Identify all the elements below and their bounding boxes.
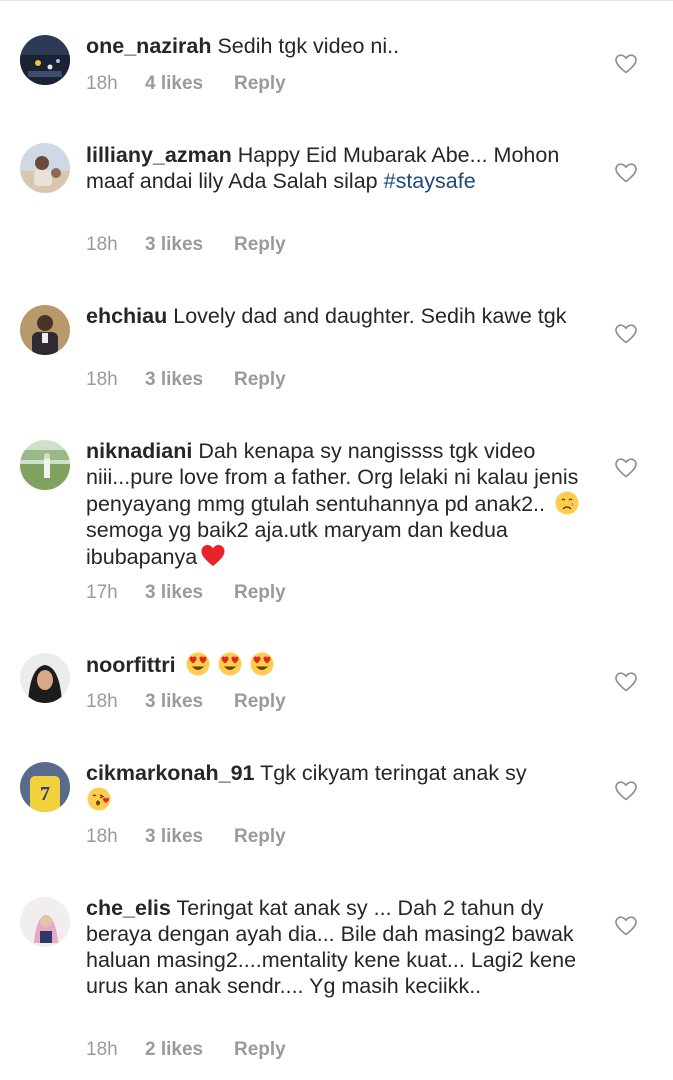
heart-outline-icon[interactable] (614, 670, 638, 694)
comment-text: noorfittri (86, 651, 591, 678)
reply-button[interactable]: Reply (234, 825, 286, 849)
heart-eyes-emoji (249, 651, 275, 677)
heart-outline-icon[interactable] (614, 161, 638, 185)
hashtag-link[interactable]: #staysafe (384, 169, 476, 193)
heart-outline-icon[interactable] (614, 456, 638, 480)
username[interactable]: che_elis (86, 896, 171, 920)
username[interactable]: cikmarkonah_91 (86, 761, 255, 785)
reply-button[interactable]: Reply (234, 690, 286, 714)
timestamp: 18h (86, 73, 118, 94)
reply-button[interactable]: Reply (234, 368, 286, 392)
comment-text: lilliany_azman Happy Eid Mubarak Abe... … (86, 142, 591, 194)
avatar[interactable]: 7 (20, 762, 70, 812)
username[interactable]: lilliany_azman (86, 143, 232, 167)
likes-count[interactable]: 3 likes (145, 233, 203, 257)
red-heart-emoji (200, 543, 226, 569)
username[interactable]: noorfittri (86, 653, 176, 677)
comment-body: Lovely dad and daughter. Sedih kawe tgk (173, 304, 567, 328)
heart-outline-icon[interactable] (614, 779, 638, 803)
heart-outline-icon[interactable] (614, 322, 638, 346)
reply-button[interactable]: Reply (234, 581, 286, 605)
likes-count[interactable]: 4 likes (145, 72, 203, 96)
username[interactable]: niknadiani (86, 439, 192, 463)
avatar[interactable] (20, 653, 70, 703)
likes-count[interactable]: 3 likes (145, 825, 203, 849)
timestamp: 18h (86, 1039, 118, 1060)
avatar[interactable] (20, 35, 70, 85)
comment-text: niknadiani Dah kenapa sy nangissss tgk v… (86, 438, 591, 570)
username[interactable]: one_nazirah (86, 34, 211, 58)
comment-body: Tgk cikyam teringat anak sy (260, 761, 527, 785)
username[interactable]: ehchiau (86, 304, 167, 328)
timestamp: 18h (86, 691, 118, 712)
comment-text: cikmarkonah_91 Tgk cikyam teringat anak … (86, 760, 591, 813)
reply-button[interactable]: Reply (234, 72, 286, 96)
svg-text:7: 7 (40, 783, 50, 805)
heart-outline-icon[interactable] (614, 52, 638, 76)
crying-face-emoji (554, 490, 580, 516)
likes-count[interactable]: 3 likes (145, 690, 203, 714)
likes-count[interactable]: 3 likes (145, 368, 203, 392)
avatar[interactable] (20, 897, 70, 947)
heart-eyes-emoji (185, 651, 211, 677)
heart-eyes-emoji (217, 651, 243, 677)
kissing-heart-emoji (86, 786, 112, 812)
comment-body: Sedih tgk video ni.. (217, 34, 400, 58)
likes-count[interactable]: 2 likes (145, 1038, 203, 1062)
reply-button[interactable]: Reply (234, 1038, 286, 1062)
reply-button[interactable]: Reply (234, 233, 286, 257)
timestamp: 18h (86, 369, 118, 390)
avatar[interactable] (20, 143, 70, 193)
top-divider (0, 0, 673, 1)
comment-text: ehchiau Lovely dad and daughter. Sedih k… (86, 303, 591, 329)
timestamp: 18h (86, 234, 118, 255)
comment-text: che_elis Teringat kat anak sy ... Dah 2 … (86, 895, 591, 999)
avatar[interactable] (20, 305, 70, 355)
timestamp: 17h (86, 582, 118, 603)
comment-text: one_nazirah Sedih tgk video ni.. (86, 33, 591, 59)
likes-count[interactable]: 3 likes (145, 581, 203, 605)
avatar[interactable] (20, 440, 70, 490)
heart-outline-icon[interactable] (614, 914, 638, 938)
timestamp: 18h (86, 826, 118, 847)
comment-body-continued: semoga yg baik2 aja.utk maryam dan kedua… (86, 518, 514, 569)
